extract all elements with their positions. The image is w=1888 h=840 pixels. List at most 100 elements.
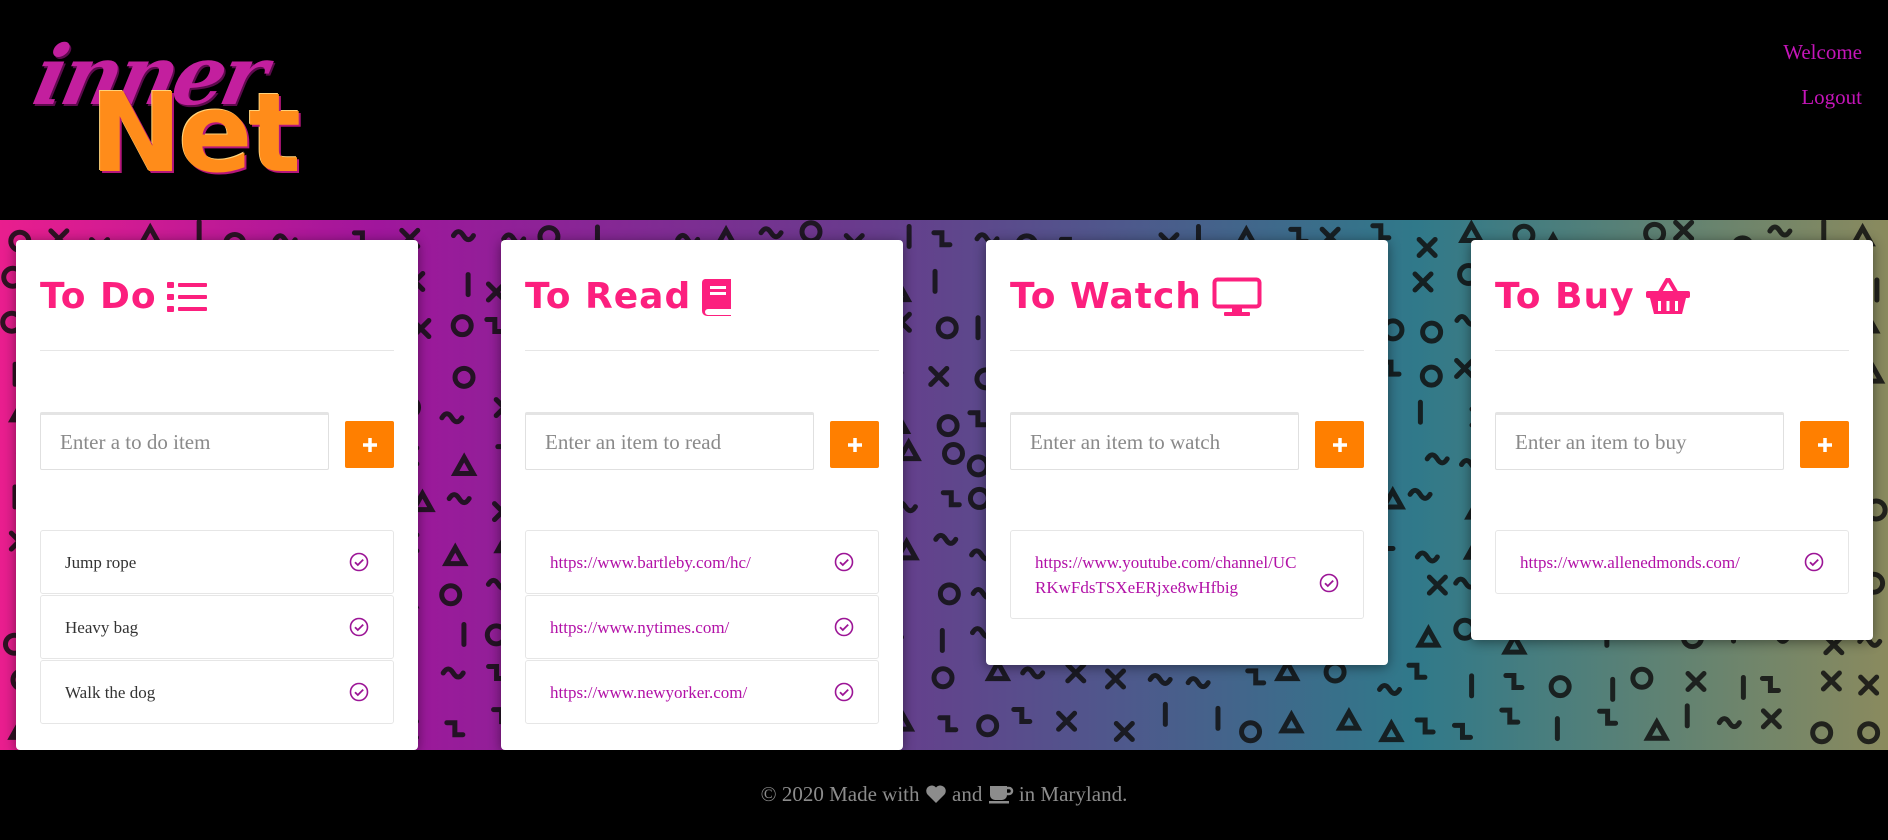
pattern-shape [928,365,950,387]
card-watch: To Watch https://www.youtube.com/channel… [986,240,1388,665]
read-input[interactable] [525,412,814,470]
pattern-shape [1407,487,1433,501]
plus-icon [1332,437,1347,452]
card-buy: To Buy https://www.allenedmonds.com/ [1471,240,1873,640]
divider [525,350,879,351]
plus-icon [362,437,377,452]
innernet-logo[interactable]: inner Net [26,28,301,188]
pattern-shape [1020,666,1046,680]
plus-icon [847,437,862,452]
pattern-shape [1065,662,1087,684]
add-buy-button[interactable] [1800,421,1849,468]
pattern-shape [1503,673,1525,691]
item-link[interactable]: https://www.allenedmonds.com/ [1520,553,1740,572]
pattern-shape [931,230,953,248]
add-watch-button[interactable] [1315,421,1364,468]
check-circle-icon[interactable] [349,682,369,702]
list-item: Heavy bag [40,595,394,659]
header: inner Net Welcome Logout [0,0,1888,220]
pattern-shape [1716,716,1742,730]
check-circle-icon[interactable] [1804,552,1824,572]
watch-input[interactable] [1010,412,1299,470]
card-read: To Read https://www.bartleby.com/hc/ htt… [501,240,903,750]
pattern-shape [937,715,959,733]
welcome-link[interactable]: Welcome [1783,40,1862,65]
card-title-text: To Watch [1010,276,1202,317]
list-icon [166,281,207,312]
pattern-shape [940,490,962,508]
pattern-shape [1810,721,1834,745]
pattern-shape [1858,674,1880,696]
pattern-shape [1335,706,1363,731]
add-read-button[interactable] [830,421,879,468]
card-title-read: To Read [525,276,733,317]
list-item[interactable]: https://www.bartleby.com/hc/ [525,530,879,594]
check-circle-icon[interactable] [834,682,854,702]
pattern-shape [1820,670,1842,692]
pattern-shape [1185,676,1211,690]
buy-input[interactable] [1495,412,1784,470]
pattern-shape [1406,662,1428,680]
pattern-shape [450,229,476,243]
card-title-text: To Do [40,276,157,317]
divider [1010,350,1364,351]
item-text: Jump rope [65,553,137,572]
check-circle-icon[interactable] [349,617,369,637]
pattern-shape [1451,722,1473,740]
pattern-shape [1377,682,1403,696]
pattern-shape [1378,718,1405,743]
pattern-shape [452,365,476,389]
check-circle-icon[interactable] [1319,573,1339,593]
list-item[interactable]: https://www.nytimes.com/ [525,595,879,659]
pattern-shape [976,714,1000,738]
pattern-shape [1499,707,1521,725]
pattern-shape [1416,236,1438,258]
footer-text: © 2020 Made with and in Maryland. [0,782,1888,807]
check-circle-icon[interactable] [834,552,854,572]
todo-input[interactable] [40,412,329,470]
pattern-shape [1857,721,1881,745]
logout-link[interactable]: Logout [1783,85,1862,110]
todo-list: Jump rope Heavy bag Walk the dog [40,530,394,725]
pattern-shape [1630,666,1654,690]
pattern-shape [1415,624,1442,648]
pattern-shape [967,410,989,428]
item-text: Heavy bag [65,618,139,637]
pattern-shape [937,582,961,606]
pattern-shape [450,314,474,338]
footer: © 2020 Made with and in Maryland. [0,750,1888,840]
item-text: Walk the dog [65,683,156,702]
item-link[interactable]: https://www.newyorker.com/ [550,683,747,702]
pattern-shape [1685,671,1707,693]
pattern-shape [1056,710,1078,732]
check-circle-icon[interactable] [349,552,369,572]
pattern-shape [1412,271,1434,293]
pattern-shape [1760,708,1782,730]
card-title-buy: To Buy [1495,276,1691,317]
card-title-text: To Read [525,276,692,317]
footer-text-before: © 2020 Made with [760,782,920,806]
pattern-shape [1759,676,1781,694]
add-todo-button[interactable] [345,421,394,468]
buy-list: https://www.allenedmonds.com/ [1495,530,1849,595]
pattern-shape [1424,452,1450,466]
divider [40,350,394,351]
pattern-shape [1323,660,1347,684]
pattern-shape [1419,364,1443,388]
list-item[interactable]: https://www.newyorker.com/ [525,660,879,724]
check-circle-icon[interactable] [834,617,854,637]
list-item: Jump rope [40,530,394,594]
item-link[interactable]: https://www.nytimes.com/ [550,618,729,637]
coffee-icon [988,786,1013,804]
card-title-todo: To Do [40,276,207,317]
pattern-shape [1245,668,1267,686]
read-list: https://www.bartleby.com/hc/ https://www… [525,530,879,725]
card-title-text: To Buy [1495,276,1635,317]
list-item[interactable]: https://www.youtube.com/channel/UCRKwFds… [1010,530,1364,619]
list-item[interactable]: https://www.allenedmonds.com/ [1495,530,1849,594]
pattern-shape [440,666,466,680]
pattern-shape [1420,320,1444,344]
pattern-shape [1370,223,1392,241]
item-link[interactable]: https://www.youtube.com/channel/UCRKwFds… [1035,553,1296,597]
item-link[interactable]: https://www.bartleby.com/hc/ [550,553,751,572]
